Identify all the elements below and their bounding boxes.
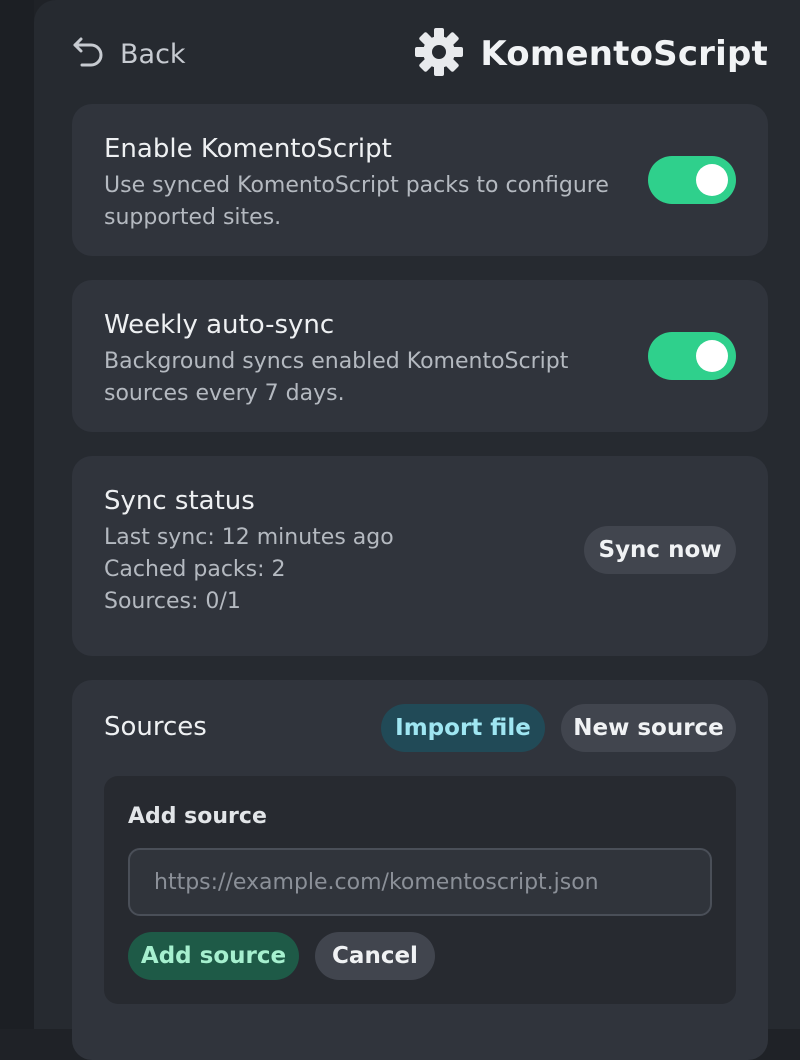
add-source-form: Add source Add source Cancel — [104, 776, 736, 1004]
last-sync-text: Last sync: 12 minutes ago — [104, 525, 394, 550]
new-source-button[interactable]: New source — [561, 704, 736, 752]
back-button[interactable]: Back — [72, 36, 186, 72]
autosync-card-description-line2: sources every 7 days. — [104, 381, 345, 406]
left-background-strip — [0, 0, 34, 1029]
title-group: KomentoScript — [414, 28, 768, 80]
cancel-button[interactable]: Cancel — [315, 932, 435, 980]
autosync-card-title: Weekly auto-sync — [104, 310, 335, 340]
enable-komentoscript-toggle[interactable] — [648, 156, 736, 204]
import-file-button[interactable]: Import file — [381, 704, 545, 752]
source-url-input[interactable] — [128, 848, 712, 916]
sync-now-button[interactable]: Sync now — [584, 526, 736, 574]
enable-card-title: Enable KomentoScript — [104, 134, 392, 164]
enable-komentoscript-card: Enable KomentoScript Use synced KomentoS… — [72, 104, 768, 256]
sync-status-title: Sync status — [104, 486, 255, 516]
cached-packs-text: Cached packs: 2 — [104, 557, 286, 582]
add-source-submit-button[interactable]: Add source — [128, 932, 299, 980]
autosync-card-description-line1: Background syncs enabled KomentoScript — [104, 349, 569, 374]
undo-arrow-icon — [72, 34, 106, 75]
toggle-knob — [696, 340, 728, 372]
page-title: KomentoScript — [480, 34, 768, 74]
back-label: Back — [120, 38, 186, 70]
toggle-knob — [696, 164, 728, 196]
gear-icon — [414, 27, 464, 81]
sources-card: Sources Import file New source Add sourc… — [72, 680, 768, 1060]
header: Back KomentoScript — [72, 28, 768, 80]
enable-card-description-line1: Use synced KomentoScript packs to config… — [104, 173, 609, 198]
sources-title: Sources — [104, 712, 207, 742]
sync-status-card: Sync status Last sync: 12 minutes ago Ca… — [72, 456, 768, 656]
weekly-autosync-card: Weekly auto-sync Background syncs enable… — [72, 280, 768, 432]
weekly-autosync-toggle[interactable] — [648, 332, 736, 380]
enable-card-description-line2: supported sites. — [104, 205, 282, 230]
add-source-heading: Add source — [128, 804, 267, 829]
sources-count-text: Sources: 0/1 — [104, 589, 241, 614]
